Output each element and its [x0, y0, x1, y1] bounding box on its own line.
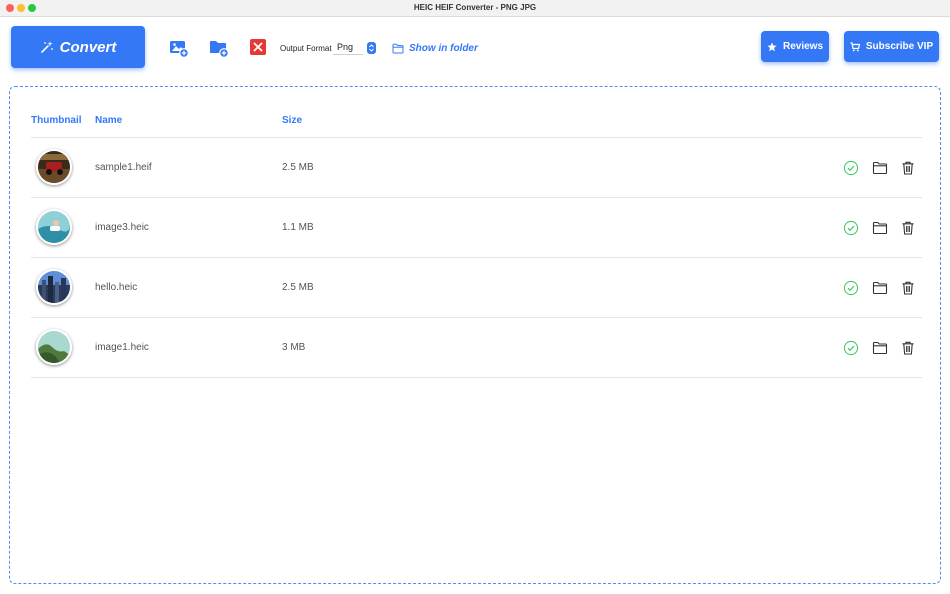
close-icon — [250, 39, 266, 55]
title-bar: HEIC HEIF Converter - PNG JPG — [0, 0, 950, 17]
file-name: sample1.heif — [95, 162, 152, 173]
add-folder-icon — [210, 41, 229, 58]
thumbnail-image — [36, 329, 72, 365]
file-size: 3 MB — [282, 342, 306, 353]
subscribe-vip-button[interactable]: Subscribe VIP — [844, 31, 939, 62]
show-in-folder-link[interactable]: Show in folder — [392, 41, 478, 55]
table-row: sample1.heif 2.5 MB — [31, 138, 922, 198]
file-name: image3.heic — [95, 222, 149, 233]
open-folder-icon[interactable] — [872, 220, 888, 236]
magic-wand-icon — [40, 41, 53, 53]
subscribe-label: Subscribe VIP — [865, 41, 934, 52]
trash-icon[interactable] — [900, 160, 916, 176]
output-format-value: Png — [333, 41, 363, 55]
file-size: 2.5 MB — [282, 282, 314, 293]
table-row: hello.heic 2.5 MB — [31, 258, 922, 318]
file-name: hello.heic — [95, 282, 138, 293]
trash-icon[interactable] — [900, 340, 916, 356]
table-row: image1.heic 3 MB — [31, 318, 922, 378]
folder-icon — [392, 43, 404, 53]
file-size: 2.5 MB — [282, 162, 314, 173]
table-row: image3.heic 1.1 MB — [31, 198, 922, 258]
output-format-select[interactable]: Png — [333, 41, 379, 55]
file-size: 1.1 MB — [282, 222, 314, 233]
trash-icon[interactable] — [900, 220, 916, 236]
add-image-button[interactable] — [169, 38, 189, 58]
add-image-icon — [170, 41, 189, 58]
file-name: image1.heic — [95, 342, 149, 353]
file-drop-zone[interactable]: Thumbnail Name Size sample1.heif 2.5 MB — [9, 86, 941, 584]
convert-button[interactable]: Convert — [11, 26, 145, 68]
status-check-icon — [843, 160, 859, 176]
column-header-size: Size — [282, 115, 303, 126]
thumbnail-image — [36, 149, 72, 185]
status-check-icon — [843, 280, 859, 296]
column-header-name: Name — [95, 115, 123, 126]
cart-icon — [850, 41, 860, 51]
star-icon — [767, 42, 777, 51]
table-header: Thumbnail Name Size — [10, 87, 940, 139]
window-title: HEIC HEIF Converter - PNG JPG — [413, 3, 537, 12]
reviews-label: Reviews — [782, 41, 824, 52]
clear-all-button[interactable] — [249, 38, 269, 58]
open-folder-icon[interactable] — [872, 160, 888, 176]
app-window: HEIC HEIF Converter - PNG JPG Convert Ou… — [0, 0, 950, 594]
reviews-button[interactable]: Reviews — [761, 31, 829, 62]
output-format-label: Output Format — [280, 44, 332, 53]
trash-icon[interactable] — [900, 280, 916, 296]
column-header-thumbnail: Thumbnail — [31, 115, 82, 126]
status-check-icon — [843, 220, 859, 236]
chevron-up-down-icon — [367, 42, 376, 54]
status-check-icon — [843, 340, 859, 356]
thumbnail-image — [36, 209, 72, 245]
add-folder-button[interactable] — [209, 38, 229, 58]
open-folder-icon[interactable] — [872, 280, 888, 296]
convert-label: Convert — [59, 38, 117, 56]
thumbnail-image — [36, 269, 72, 305]
open-folder-icon[interactable] — [872, 340, 888, 356]
show-in-folder-label: Show in folder — [409, 42, 478, 54]
